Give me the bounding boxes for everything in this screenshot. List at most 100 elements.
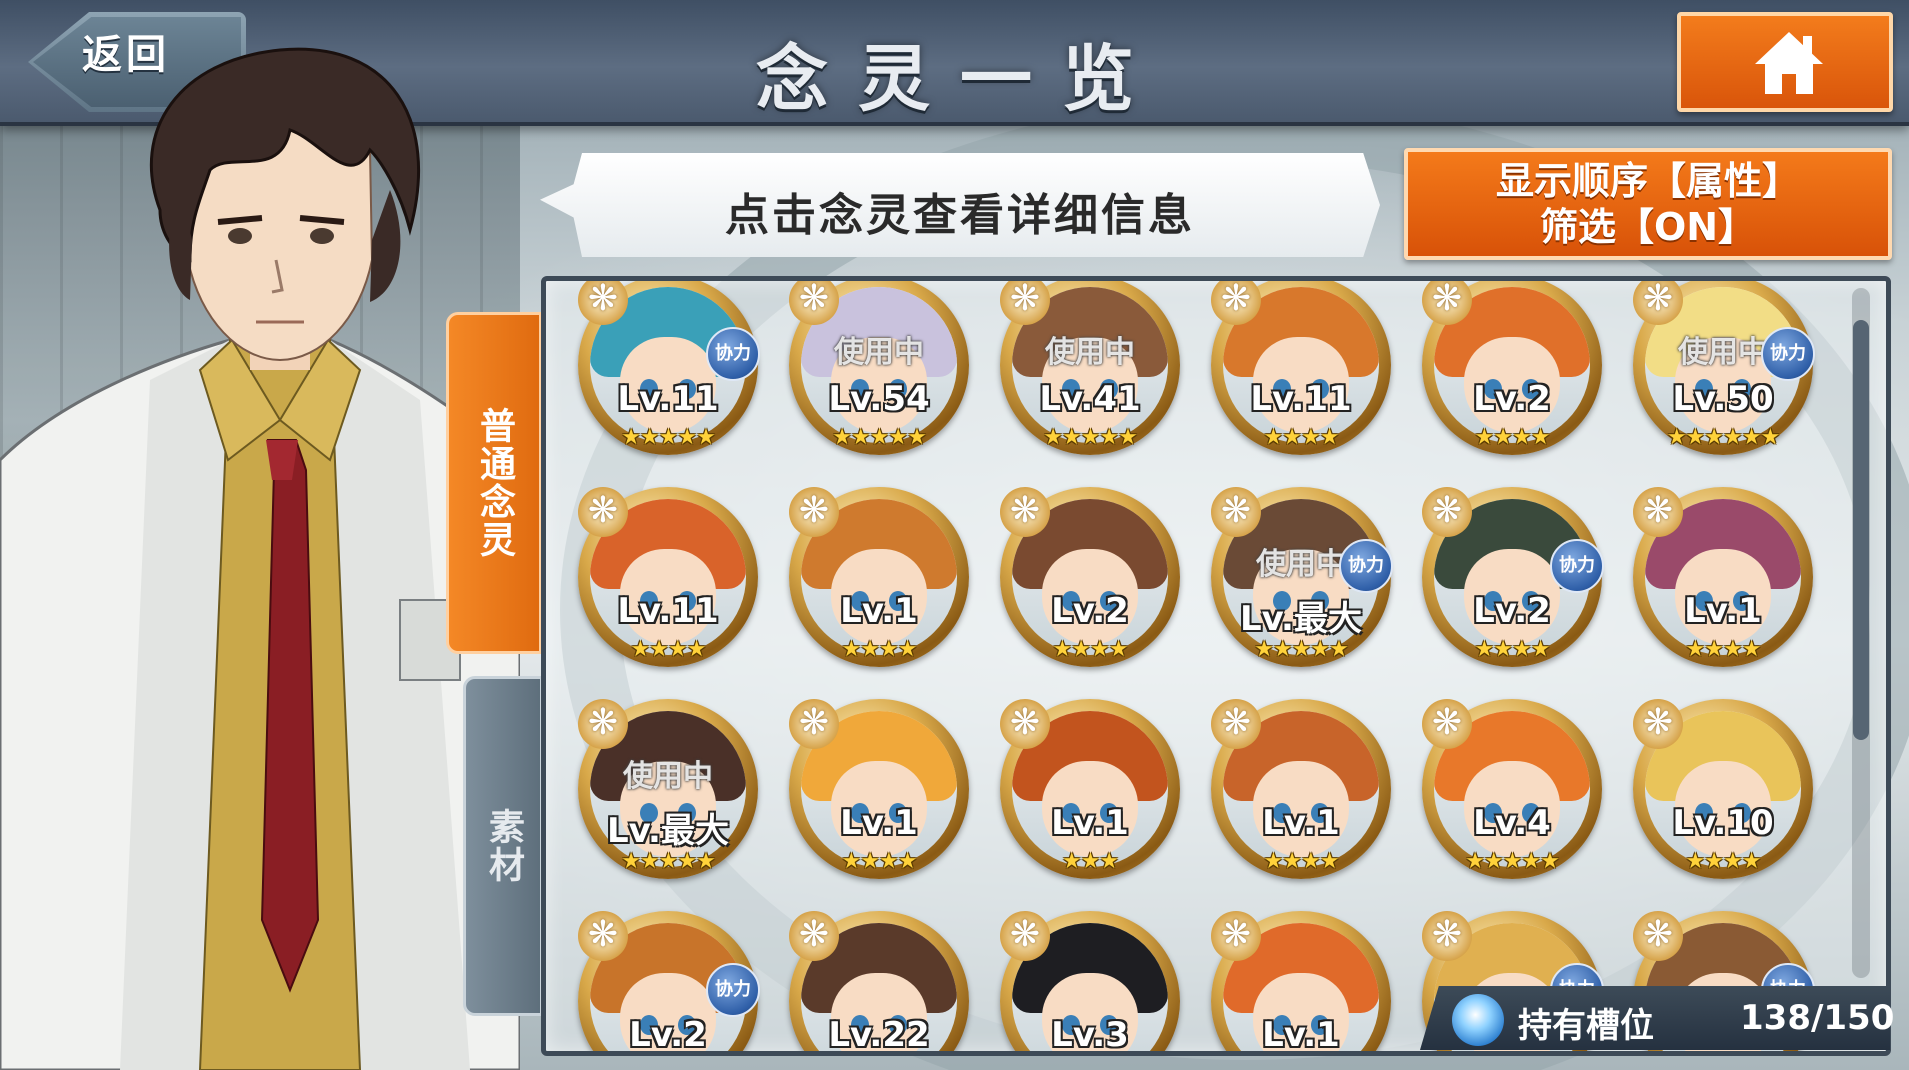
level-label: Lv.最大 [607, 811, 729, 851]
spirit-card[interactable]: ❋协力Lv.2★★★★ [578, 911, 760, 1055]
spirit-card[interactable]: ❋ Lv.4 ★★★★★ [1422, 699, 1602, 879]
rarity-stars: ★★★★★ [1465, 849, 1560, 874]
slot-count: 138/150 [1740, 998, 1895, 1038]
rarity-stars: ★★★★ [1474, 425, 1551, 450]
rarity-stars: ★★★★ [841, 849, 918, 874]
rarity-stars: ★★★★ [1263, 425, 1340, 450]
petal-badge-icon: ❋ [1422, 911, 1472, 961]
filter-label: 筛选【ON】 [1539, 205, 1757, 249]
rarity-stars: ★★★★ [1685, 849, 1762, 874]
level-label: Lv.54 [828, 379, 930, 419]
level-label: Lv.10 [1672, 803, 1774, 843]
spirit-card[interactable]: ❋Lv.1★★★★ [1211, 911, 1391, 1055]
level-label: Lv.1 [1262, 803, 1340, 843]
level-label: Lv.1 [840, 803, 918, 843]
spirit-card[interactable]: ❋ Lv.1 ★★★ [1000, 699, 1180, 879]
scrollbar-thumb[interactable] [1853, 320, 1869, 740]
level-label: Lv.2 [1473, 591, 1551, 631]
tab-materials-label: 素材 [483, 808, 524, 884]
petal-badge-icon: ❋ [1211, 911, 1261, 961]
sort-order-label: 显示顺序【属性】 [1495, 159, 1800, 203]
petal-badge-icon: ❋ [1211, 487, 1261, 537]
petal-badge-icon: ❋ [1633, 281, 1683, 325]
tab-normal-spirits-label: 普通念灵 [474, 407, 515, 559]
petal-badge-icon: ❋ [1422, 487, 1472, 537]
petal-badge-icon: ❋ [1000, 281, 1050, 325]
rarity-stars: ★★★★ [1685, 637, 1762, 662]
rarity-stars: ★★★★★ [621, 849, 716, 874]
level-label: Lv.2 [629, 1015, 707, 1055]
rarity-stars: ★★★★★ [621, 425, 716, 450]
level-label: Lv.41 [1039, 379, 1141, 419]
rarity-stars: ★★★★ [630, 637, 707, 662]
coop-badge: 协力 [1339, 539, 1393, 593]
level-label: Lv.1 [840, 591, 918, 631]
rarity-stars: ★★★ [1061, 849, 1119, 874]
spirit-card[interactable]: ❋Lv.3★★★★ [1000, 911, 1180, 1055]
tab-normal-spirits[interactable]: 普通念灵 [446, 312, 542, 654]
stage: 返回 念灵一览 点击念灵查看详细信息 显示顺序【属性】 筛选【ON】 普通念灵 … [0, 0, 1909, 1070]
spirit-card[interactable]: ❋ 协力Lv.2 ★★★★ [1422, 487, 1604, 667]
spirit-grid-panel[interactable]: ❋ 协力 Lv.11 ★★★★★ ❋ 使用中 Lv.54 ★★★★★ ❋ 使用中 Lv.41 ★★★★… [541, 276, 1891, 1056]
tab-materials[interactable]: 素材 [463, 676, 543, 1016]
petal-badge-icon: ❋ [789, 281, 839, 325]
rarity-stars: ★★★★★ [832, 425, 927, 450]
level-label: Lv.3 [1051, 1015, 1129, 1055]
hint-banner: 点击念灵查看详细信息 [540, 153, 1380, 257]
rarity-stars: ★★★★★★ [1666, 425, 1780, 450]
spirit-card[interactable]: ❋ 协力 Lv.11 ★★★★★ [578, 281, 760, 455]
level-label: Lv.1 [1684, 591, 1762, 631]
spirit-card[interactable]: ❋ Lv.1 ★★★★ [789, 699, 969, 879]
rarity-stars: ★★★★★ [1043, 425, 1138, 450]
level-label: Lv.1 [1262, 1015, 1340, 1055]
spirit-card[interactable]: ❋ 使用中 Lv.最大 ★★★★★ [578, 699, 758, 879]
spirit-card[interactable]: ❋ Lv.11 ★★★★ [578, 487, 758, 667]
sort-filter-button[interactable]: 显示顺序【属性】 筛选【ON】 [1404, 148, 1892, 260]
petal-badge-icon: ❋ [789, 487, 839, 537]
home-icon [1755, 32, 1823, 94]
page-title: 念灵一览 [755, 37, 1164, 121]
petal-badge-icon: ❋ [1633, 699, 1683, 749]
rarity-stars: ★★★★ [1263, 849, 1340, 874]
spirit-card[interactable]: ❋ Lv.2 ★★★★ [1422, 281, 1602, 455]
rarity-stars: ★★★★ [1474, 637, 1551, 662]
spirit-card[interactable]: ❋ 使用中 Lv.41 ★★★★★ [1000, 281, 1180, 455]
coop-badge: 协力 [1550, 539, 1604, 593]
spirit-card[interactable]: ❋ Lv.1 ★★★★ [1633, 487, 1813, 667]
rarity-stars: ★★★★ [1052, 637, 1129, 662]
petal-badge-icon: ❋ [1422, 699, 1472, 749]
spirit-card[interactable]: ❋ Lv.2 ★★★★ [1000, 487, 1180, 667]
petal-badge-icon: ❋ [1633, 487, 1683, 537]
level-label: Lv.22 [828, 1015, 930, 1055]
petal-badge-icon: ❋ [789, 699, 839, 749]
petal-badge-icon: ❋ [1000, 911, 1050, 961]
scientist-character [0, 47, 520, 1070]
home-button[interactable] [1677, 12, 1893, 112]
coop-badge: 协力 [706, 327, 760, 381]
level-label: Lv.最大 [1240, 599, 1362, 639]
petal-badge-icon: ❋ [789, 911, 839, 961]
spirit-card[interactable]: ❋ 使用中 协力 Lv.最大 ★★★★★ [1211, 487, 1393, 667]
spirit-card[interactable]: ❋ Lv.11 ★★★★ [1211, 281, 1391, 455]
spirit-card[interactable]: ❋ Lv.10 ★★★★ [1633, 699, 1813, 879]
coop-badge: 协力 [1761, 327, 1815, 381]
petal-badge-icon: ❋ [1211, 281, 1261, 325]
petal-badge-icon: ❋ [578, 281, 628, 325]
rarity-stars: ★★★★★ [1254, 637, 1349, 662]
level-label: Lv.11 [1250, 379, 1352, 419]
spirit-card[interactable]: ❋ 使用中 Lv.54 ★★★★★ [789, 281, 969, 455]
hint-text: 点击念灵查看详细信息 [725, 190, 1195, 241]
spirit-card[interactable]: ❋ 使用中 协力 Lv.50 ★★★★★★ [1633, 281, 1815, 455]
spirit-card[interactable]: ❋Lv.1★★★★ [789, 487, 969, 667]
petal-badge-icon: ❋ [578, 911, 628, 961]
petal-badge-icon: ❋ [578, 487, 628, 537]
spirit-card[interactable]: ❋Lv.1★★★★ [1211, 699, 1391, 879]
level-label: Lv.2 [1473, 379, 1551, 419]
coop-badge: 协力 [706, 963, 760, 1017]
level-label: Lv.11 [617, 591, 719, 631]
spirit-card[interactable]: ❋Lv.22★★★★ [789, 911, 969, 1055]
in-use-label: 使用中 [834, 335, 924, 370]
level-label: Lv.1 [1051, 803, 1129, 843]
level-label: Lv.50 [1672, 379, 1774, 419]
level-label: Lv.2 [1051, 591, 1129, 631]
